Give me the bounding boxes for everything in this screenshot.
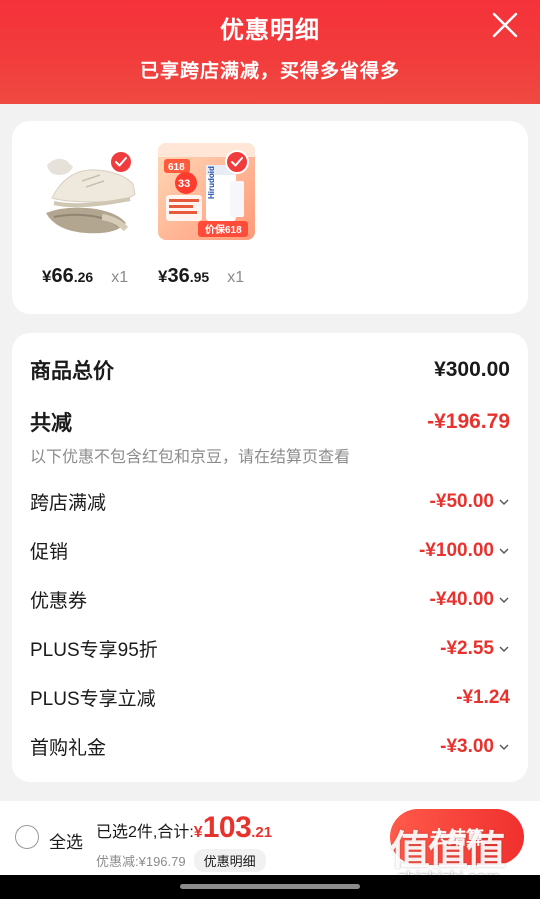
total-amount: 103 [202, 811, 252, 844]
select-all-radio[interactable] [15, 825, 39, 849]
total-reduction-label: 共减 [30, 412, 72, 435]
discount-label: 首购礼金 [30, 738, 107, 759]
total-price-label: 商品总价 [30, 360, 114, 383]
discount-detail-card: 商品总价 ¥300.00 共减 -¥196.79 以下优惠不包含红包和京豆，请在… [12, 333, 528, 782]
discount-detail-button[interactable]: 优惠明细 [193, 849, 266, 872]
total-price-row: 商品总价 ¥300.00 [30, 355, 510, 385]
discount-row-first-purchase[interactable]: 首购礼金 -¥3.00 [30, 733, 510, 760]
discount-label: PLUS专享95折 [30, 640, 158, 661]
sneaker-image[interactable] [42, 143, 139, 240]
discount-label: 优惠券 [30, 591, 88, 612]
discount-row-promotion[interactable]: 促销 -¥100.00 [30, 537, 510, 564]
discount-row-cross-store[interactable]: 跨店满减 -¥50.00 [30, 488, 510, 515]
page-title: 优惠明细 [220, 17, 320, 44]
discount-label: PLUS专享立减 [30, 689, 156, 710]
chevron-down-icon [499, 646, 509, 652]
discount-value: -¥1.24 [456, 686, 510, 708]
svg-text:价保618: 价保618 [205, 223, 242, 236]
discount-row-plus-95[interactable]: PLUS专享95折 -¥2.55 [30, 635, 510, 662]
checked-icon [225, 150, 249, 174]
svg-text:33: 33 [178, 178, 190, 190]
discount-summary: 优惠减:¥196.79 [96, 854, 186, 869]
product-qty: x1 [111, 269, 129, 286]
products-card: ¥ 66 .26 x1 618 33 Hirudoid 价保618 ¥ 36 .… [12, 121, 528, 314]
svg-text:618: 618 [168, 162, 185, 173]
discount-row-coupon[interactable]: 优惠券 -¥40.00 [30, 586, 510, 613]
close-icon[interactable] [490, 10, 520, 40]
page-subtitle: 已享跨店满减，买得多省得多 [139, 61, 400, 82]
total-reduction-value: -¥196.79 [427, 410, 510, 433]
discount-value: -¥40.00 [429, 588, 494, 610]
checkout-bar: 全选 已选2件,合计: ¥ 103 .21 优惠减:¥196.79 优惠明细 去… [0, 801, 540, 875]
chevron-down-icon [499, 548, 509, 554]
selected-count-text: 已选2件,合计: [96, 824, 194, 841]
select-all-label[interactable]: 全选 [49, 828, 83, 853]
checked-icon [109, 150, 133, 174]
cream-product-image[interactable]: 618 33 Hirudoid 价保618 [158, 143, 255, 240]
product-qty: x1 [227, 269, 245, 286]
product-price: ¥ 36 .95 x1 [158, 265, 245, 287]
chevron-down-icon [499, 499, 509, 505]
header: 优惠明细 已享跨店满减，买得多省得多 [0, 0, 540, 104]
discount-label: 促销 [30, 542, 69, 563]
discount-label: 跨店满减 [30, 493, 107, 514]
discount-value: -¥100.00 [418, 539, 494, 561]
chevron-down-icon [499, 744, 509, 750]
cart-summary: 已选2件,合计: ¥ 103 .21 [96, 811, 273, 844]
total-price-value: ¥300.00 [434, 358, 510, 381]
discount-value: -¥3.00 [440, 735, 494, 757]
product-item[interactable]: 618 33 Hirudoid 价保618 ¥ 36 .95 x1 [158, 143, 255, 287]
svg-text:Hirudoid: Hirudoid [207, 166, 216, 199]
checkout-button[interactable]: 去结算 [390, 809, 524, 865]
chevron-down-icon [499, 597, 509, 603]
discount-row-plus-instant: PLUS专享立减 -¥1.24 [30, 684, 510, 711]
home-indicator[interactable] [180, 884, 360, 889]
discount-value: -¥2.55 [440, 637, 494, 659]
discount-value: -¥50.00 [429, 490, 494, 512]
total-reduction-row: 共减 -¥196.79 [30, 407, 510, 437]
discount-note: 以下优惠不包含红包和京豆，请在结算页查看 [30, 449, 351, 466]
product-item[interactable]: ¥ 66 .26 x1 [42, 143, 139, 287]
product-price: ¥ 66 .26 x1 [42, 265, 129, 287]
